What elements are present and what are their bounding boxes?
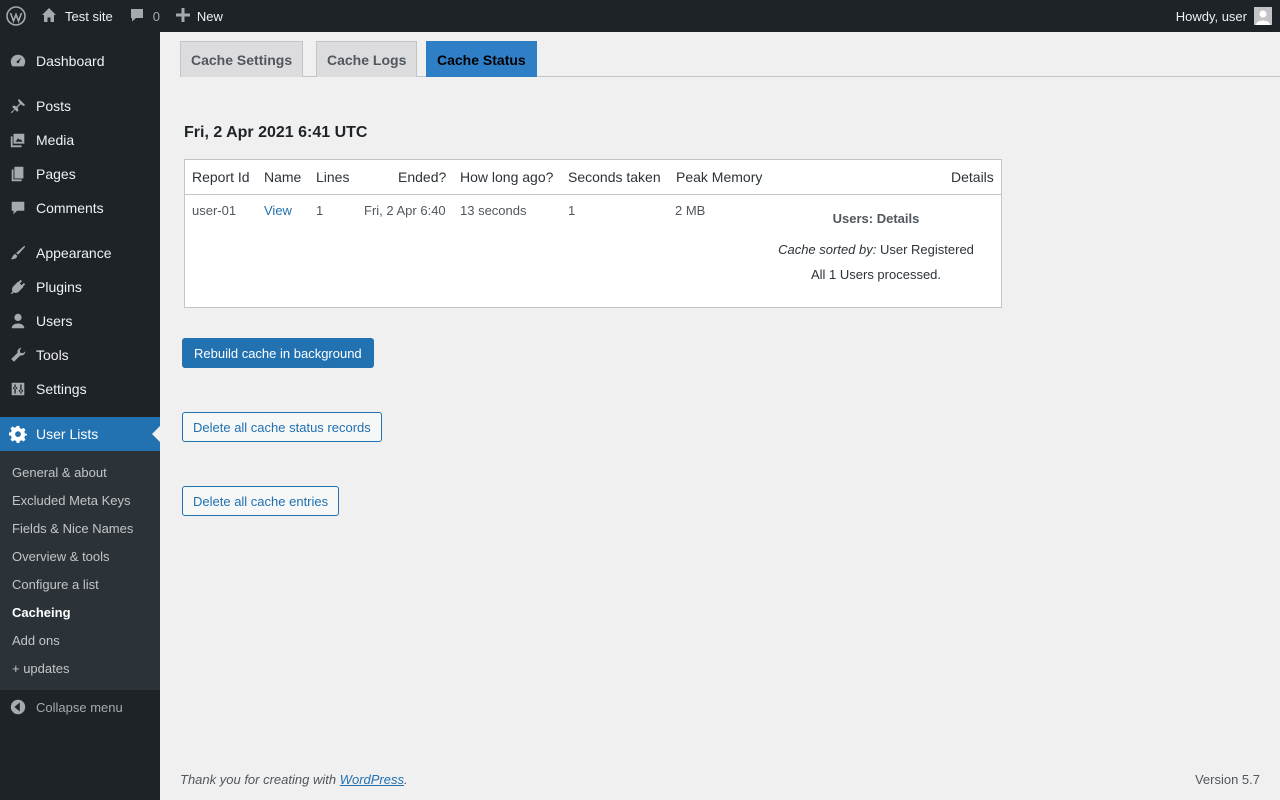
sidebar-item-dashboard[interactable]: Dashboard: [0, 44, 160, 78]
comment-bubble-icon: [129, 7, 145, 26]
cell-seconds-taken: 1: [568, 203, 576, 218]
collapse-menu-label: Collapse menu: [36, 699, 123, 715]
column-header-peak-memory: Peak Memory: [676, 169, 763, 185]
media-icon: [0, 131, 36, 149]
my-account-link[interactable]: Howdy, user: [1168, 0, 1280, 32]
sidebar-item-label: Appearance: [36, 245, 112, 261]
pin-icon: [0, 97, 36, 115]
admin-sidebar: Dashboard Posts Media Pages Comments App…: [0, 32, 160, 800]
sorted-by-label: Cache sorted by:: [778, 242, 877, 257]
site-name-link[interactable]: Test site: [33, 0, 121, 32]
details-sorted-by: Cache sorted by: User Registered: [765, 242, 987, 257]
submenu-item-cacheing[interactable]: Cacheing: [0, 598, 160, 626]
sidebar-item-label: Media: [36, 132, 75, 148]
column-header-details: Details: [951, 169, 994, 185]
user-icon: [0, 312, 36, 330]
column-header-report-id: Report Id: [192, 169, 250, 185]
plug-icon: [0, 278, 36, 296]
cell-peak-memory: 2 MB: [675, 203, 706, 218]
wrench-icon: [0, 346, 36, 364]
cell-lines: 1: [316, 203, 324, 218]
sidebar-item-label: Users: [36, 313, 73, 329]
tab-cache-settings[interactable]: Cache Settings: [180, 41, 304, 77]
sorted-by-value: User Registered: [879, 242, 974, 257]
submenu-item-updates[interactable]: + updates: [0, 654, 160, 682]
comment-icon: [0, 199, 36, 217]
footer-thanks-text: Thank you for creating with: [180, 772, 337, 787]
cell-details: Users: Details Cache sorted by: User Reg…: [765, 211, 987, 282]
cell-how-long-ago: 13 seconds: [460, 203, 527, 218]
brush-icon: [0, 244, 36, 262]
footer-version: Version 5.7: [1194, 772, 1260, 787]
main-content: Cache Settings Cache Logs Cache Status F…: [160, 32, 1280, 800]
user-lists-submenu: General & about Excluded Meta Keys Field…: [0, 451, 160, 690]
column-header-seconds-taken: Seconds taken: [568, 169, 661, 185]
collapse-arrow-icon: [0, 698, 36, 716]
delete-cache-entries-button[interactable]: Delete all cache entries: [182, 486, 340, 516]
cell-report-id: user-01: [192, 203, 237, 218]
submenu-item-excluded-meta-keys[interactable]: Excluded Meta Keys: [0, 486, 160, 514]
details-title: Users: Details: [832, 211, 920, 226]
sidebar-item-label: Plugins: [36, 279, 82, 295]
details-processed: All 1 Users processed.: [810, 267, 942, 282]
admin-bar: Test site 0 New Howdy, user: [0, 0, 1280, 32]
table-header: Report Id Name Lines Ended? How long ago…: [185, 160, 1001, 195]
sidebar-item-label: Dashboard: [36, 53, 105, 69]
avatar: [1254, 7, 1272, 25]
sidebar-item-label: User Lists: [36, 426, 99, 442]
new-content-link[interactable]: New: [168, 0, 231, 32]
tab-cache-logs[interactable]: Cache Logs: [316, 41, 418, 77]
nav-tab-wrapper: Cache Settings Cache Logs Cache Status: [180, 41, 1280, 77]
home-icon: [41, 7, 57, 26]
cache-status-table: Report Id Name Lines Ended? How long ago…: [184, 159, 1002, 308]
sidebar-item-appearance[interactable]: Appearance: [0, 236, 160, 270]
plus-icon: [175, 7, 190, 25]
new-label: New: [196, 8, 223, 24]
sidebar-item-comments[interactable]: Comments: [0, 191, 160, 225]
wordpress-link[interactable]: WordPress: [340, 772, 404, 787]
sidebar-item-label: Comments: [36, 200, 104, 216]
sidebar-item-pages[interactable]: Pages: [0, 157, 160, 191]
submenu-item-general[interactable]: General & about: [0, 458, 160, 486]
sidebar-item-label: Posts: [36, 98, 72, 114]
gear-icon: [0, 425, 36, 443]
delete-cache-status-button[interactable]: Delete all cache status records: [182, 412, 382, 442]
settings-sliders-icon: [0, 380, 36, 398]
column-header-name: Name: [264, 169, 302, 185]
sidebar-item-plugins[interactable]: Plugins: [0, 270, 160, 304]
sidebar-item-tools[interactable]: Tools: [0, 338, 160, 372]
rebuild-cache-button[interactable]: Rebuild cache in background: [182, 338, 374, 368]
column-header-how-long-ago: How long ago?: [460, 169, 554, 185]
submenu-item-overview-tools[interactable]: Overview & tools: [0, 542, 160, 570]
footer-thanks-suffix: .: [404, 772, 408, 787]
sidebar-item-label: Pages: [36, 166, 76, 182]
sidebar-item-posts[interactable]: Posts: [0, 89, 160, 123]
sidebar-item-label: Tools: [36, 347, 69, 363]
column-header-lines: Lines: [316, 169, 350, 185]
sidebar-item-label: Settings: [36, 381, 87, 397]
submenu-item-add-ons[interactable]: Add ons: [0, 626, 160, 654]
sidebar-item-user-lists[interactable]: User Lists: [0, 417, 160, 451]
sidebar-item-media[interactable]: Media: [0, 123, 160, 157]
wordpress-logo-icon[interactable]: [0, 0, 33, 32]
column-header-ended: Ended?: [398, 169, 447, 185]
sidebar-item-settings[interactable]: Settings: [0, 372, 160, 406]
pages-icon: [0, 165, 36, 183]
footer-thankyou: Thank you for creating with WordPress.: [180, 772, 408, 787]
view-link[interactable]: View: [264, 203, 292, 218]
comments-count: 0: [152, 8, 160, 24]
submenu-item-configure-list[interactable]: Configure a list: [0, 570, 160, 598]
page-title: Fri, 2 Apr 2021 6:41 UTC: [184, 124, 368, 141]
collapse-menu-button[interactable]: Collapse menu: [0, 690, 160, 724]
comments-link[interactable]: 0: [121, 0, 168, 32]
howdy-text: Howdy, user: [1175, 8, 1247, 24]
dashboard-icon: [0, 52, 36, 70]
submenu-item-fields-nice-names[interactable]: Fields & Nice Names: [0, 514, 160, 542]
tab-cache-status[interactable]: Cache Status: [426, 41, 537, 77]
sidebar-item-users[interactable]: Users: [0, 304, 160, 338]
site-name: Test site: [65, 8, 113, 24]
cell-ended: Fri, 2 Apr 6:40: [364, 203, 446, 218]
